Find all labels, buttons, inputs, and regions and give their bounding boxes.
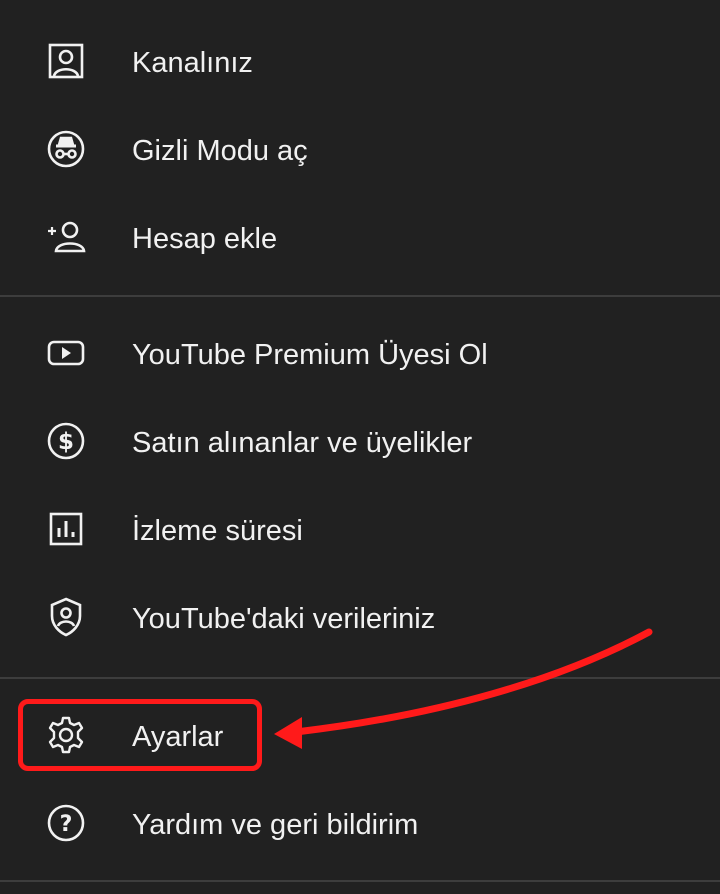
menu-item-watch-time[interactable]: İzleme süresi bbox=[0, 487, 720, 575]
svg-text:?: ? bbox=[60, 812, 73, 837]
section-divider bbox=[0, 880, 720, 882]
menu-item-label: Satın alınanlar ve üyelikler bbox=[132, 427, 473, 459]
account-box-icon bbox=[44, 39, 88, 83]
section-divider bbox=[0, 295, 720, 297]
menu-item-add-account[interactable]: Hesap ekle bbox=[0, 195, 720, 283]
menu-item-youtube-premium[interactable]: YouTube Premium Üyesi Ol bbox=[0, 311, 720, 399]
youtube-play-icon bbox=[44, 331, 88, 375]
add-account-icon bbox=[44, 215, 88, 259]
menu-item-label: Kanalınız bbox=[132, 47, 253, 79]
shield-user-icon bbox=[44, 595, 88, 639]
menu-item-label: Yardım ve geri bildirim bbox=[132, 809, 419, 841]
menu-item-label: Ayarlar bbox=[132, 721, 224, 753]
menu-item-label: YouTube'daki verileriniz bbox=[132, 603, 436, 635]
menu-item-label: Gizli Modu aç bbox=[132, 135, 308, 167]
menu-item-your-channel[interactable]: Kanalınız bbox=[0, 19, 720, 107]
menu-item-purchases[interactable]: $ Satın alınanlar ve üyelikler bbox=[0, 399, 720, 487]
incognito-icon bbox=[44, 127, 88, 171]
menu-item-incognito[interactable]: Gizli Modu aç bbox=[0, 107, 720, 195]
menu-item-your-data[interactable]: YouTube'daki verileriniz bbox=[0, 575, 720, 663]
dollar-circle-icon: $ bbox=[44, 419, 88, 463]
menu-item-label: Hesap ekle bbox=[132, 223, 278, 255]
menu-item-label: İzleme süresi bbox=[132, 515, 303, 547]
section-divider bbox=[0, 677, 720, 679]
menu-item-settings[interactable]: Ayarlar bbox=[0, 693, 720, 781]
help-circle-icon: ? bbox=[44, 801, 88, 845]
gear-icon bbox=[44, 713, 88, 757]
menu-item-help-feedback[interactable]: ? Yardım ve geri bildirim bbox=[0, 781, 720, 869]
svg-text:$: $ bbox=[58, 429, 74, 455]
bar-chart-icon bbox=[44, 507, 88, 551]
menu-item-label: YouTube Premium Üyesi Ol bbox=[132, 339, 488, 371]
